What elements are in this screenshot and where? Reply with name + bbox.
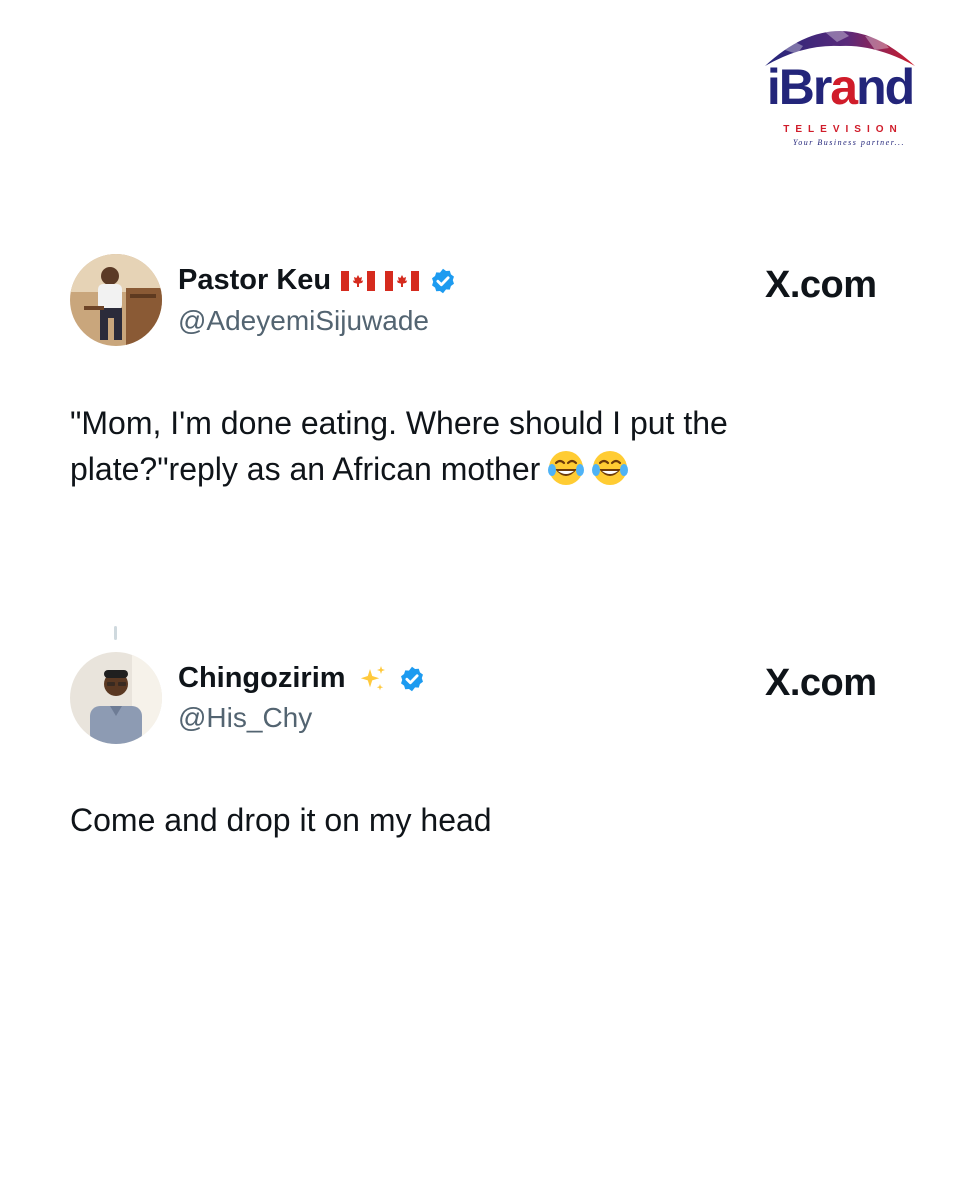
avatar[interactable] (70, 652, 162, 744)
source-label: X.com (765, 662, 877, 704)
tweet-screenshot-page: iBrand TELEVISION Your Business partner.… (0, 0, 960, 1200)
user-handle[interactable]: @His_Chy (178, 702, 312, 734)
sparkles-icon (360, 665, 385, 690)
author-row: Pastor Keu (178, 264, 457, 297)
canada-flag-icon (341, 270, 376, 291)
tweet-body: Come and drop it on my head (70, 802, 492, 838)
profile-photo-icon (70, 652, 162, 744)
face-with-tears-of-joy-icon (592, 451, 629, 485)
avatar[interactable] (70, 254, 162, 346)
verified-badge-icon (400, 666, 423, 691)
emoji-group (546, 448, 630, 488)
author-row: Chingozirim (178, 662, 426, 695)
source-label: X.com (765, 264, 877, 306)
thread-connector (114, 626, 117, 640)
tweet-text: "Mom, I'm done eating. Where should I pu… (70, 400, 890, 492)
display-name[interactable]: Chingozirim (178, 662, 346, 695)
user-handle[interactable]: @AdeyemiSijuwade (178, 305, 429, 337)
verified-badge-icon (432, 268, 455, 293)
face-with-tears-of-joy-icon (548, 451, 585, 485)
brand-subtitle: TELEVISION (783, 124, 903, 135)
profile-photo-icon (70, 254, 162, 346)
ibrand-logo: iBrand TELEVISION Your Business partner.… (755, 14, 925, 147)
canada-flag-icon (385, 270, 420, 291)
brand-tagline: Your Business partner... (793, 138, 905, 147)
tweet-text: Come and drop it on my head (70, 797, 890, 843)
display-name[interactable]: Pastor Keu (178, 264, 331, 297)
brand-wordmark: iBrand (766, 59, 915, 115)
